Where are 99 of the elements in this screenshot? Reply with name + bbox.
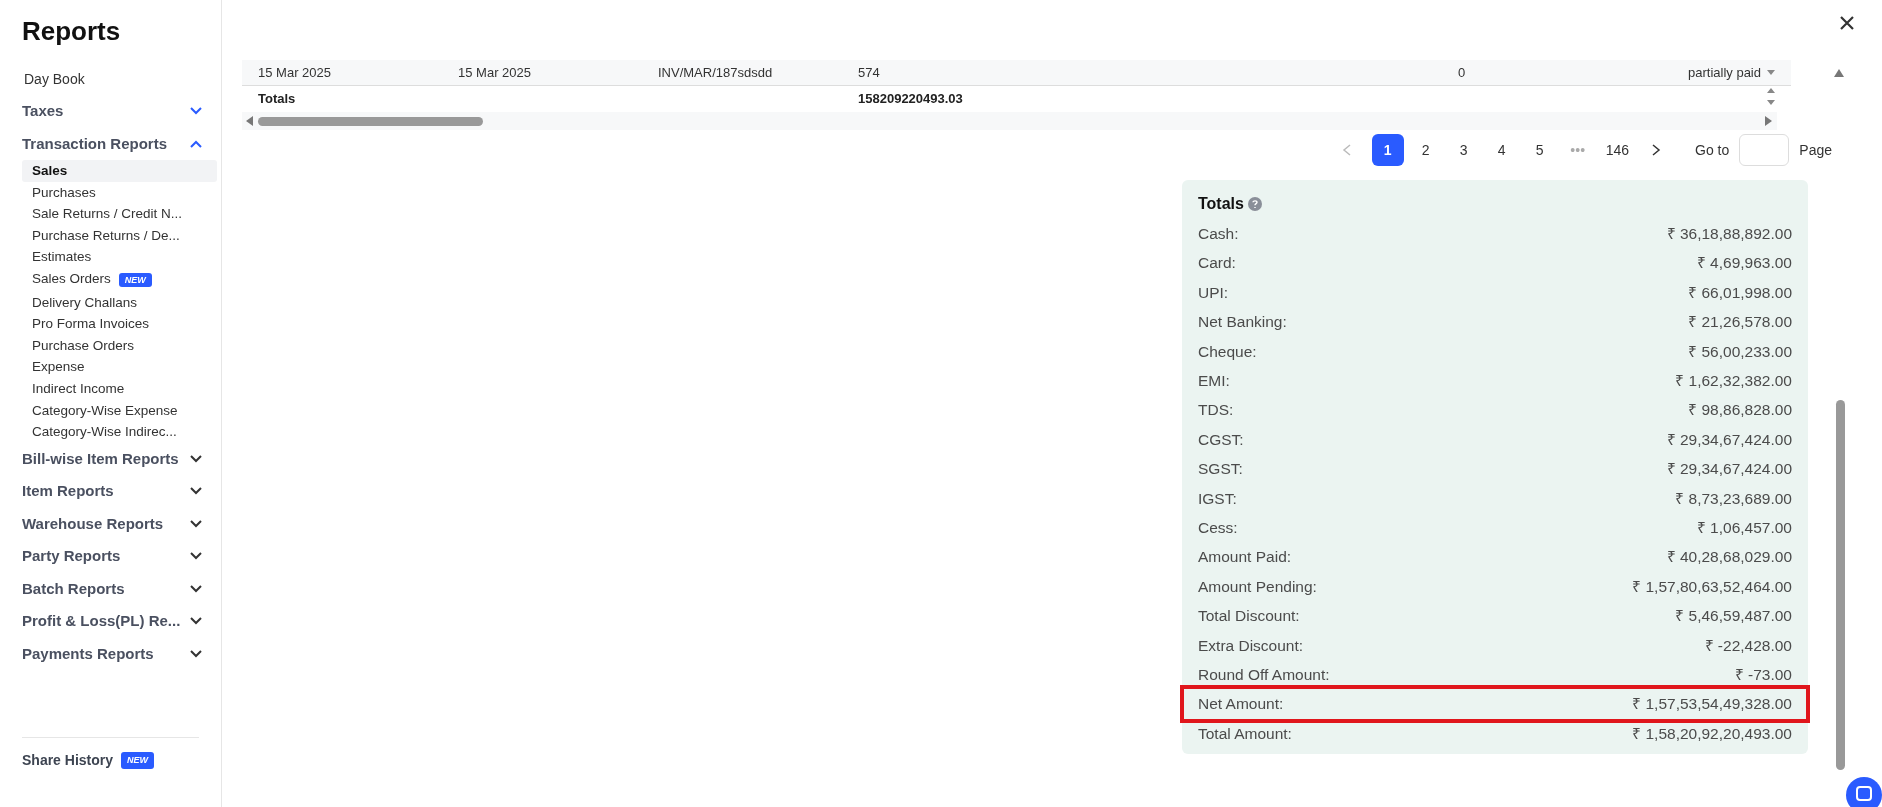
total-value: ₹ 98,86,828.00 xyxy=(1688,400,1792,421)
chat-bubble-icon xyxy=(1846,777,1882,807)
total-value: ₹ 1,06,457.00 xyxy=(1696,517,1792,538)
new-badge: NEW xyxy=(118,272,152,287)
sidebar-item[interactable]: Purchases xyxy=(22,181,217,204)
total-value: ₹ 21,26,578.00 xyxy=(1688,312,1792,333)
chevron-down-icon xyxy=(190,584,202,593)
page-button[interactable]: 146 xyxy=(1599,134,1636,166)
total-value: ₹ 1,57,53,54,49,328.00 xyxy=(1632,694,1792,715)
total-label: IGST: xyxy=(1198,488,1237,509)
total-label: TDS: xyxy=(1198,400,1234,421)
table-cell-text: 0 xyxy=(1458,63,1467,82)
chevron-down-icon xyxy=(190,519,202,528)
sidebar-item[interactable]: Category-Wise Expense xyxy=(22,399,217,422)
scroll-up-icon xyxy=(1834,68,1844,77)
total-label: Total Amount: xyxy=(1198,723,1292,744)
page-number-field[interactable] xyxy=(1739,134,1790,166)
chevron-up-icon xyxy=(190,139,202,148)
total-label: Card: xyxy=(1198,253,1236,274)
horizontal-scrollbar[interactable] xyxy=(242,112,1777,130)
total-label: Cheque: xyxy=(1198,341,1257,362)
page-button[interactable]: 3 xyxy=(1447,134,1480,166)
scroll-right-icon xyxy=(1765,116,1773,126)
sidebar-group[interactable]: Bill-wise Item Reports xyxy=(22,442,222,476)
total-value: ₹ 1,58,20,92,20,493.00 xyxy=(1632,723,1792,744)
total-value: ₹ -73.00 xyxy=(1734,664,1792,685)
total-value: ₹ 1,62,32,382.00 xyxy=(1675,371,1792,391)
page-button[interactable]: 4 xyxy=(1485,134,1518,166)
help-icon xyxy=(1247,197,1262,211)
sidebar-item[interactable]: Sale Returns / Credit N... xyxy=(22,203,217,225)
sidebar-item[interactable]: Estimates xyxy=(22,246,217,268)
chevron-down-icon xyxy=(190,107,202,116)
table-cell-text: partially paid xyxy=(1687,63,1761,82)
total-label: Total Discount: xyxy=(1198,606,1300,627)
page-button[interactable]: 2 xyxy=(1409,134,1442,166)
table-cell-text: 15 Mar 2025 xyxy=(258,63,332,82)
table-cell-text: 15 Mar 2025 xyxy=(458,63,532,82)
total-label: Net Amount: xyxy=(1198,694,1284,715)
total-value: ₹ 8,73,23,689.00 xyxy=(1675,488,1792,509)
totals-cell-text: Totals xyxy=(258,90,297,109)
total-value: ₹ 4,69,963.00 xyxy=(1696,253,1792,274)
previous-page-icon xyxy=(1341,144,1352,156)
total-label: UPI: xyxy=(1198,282,1229,303)
total-label: Extra Discount: xyxy=(1198,635,1304,656)
totals-cell-text: 158209220493.03 xyxy=(858,90,964,109)
sidebar-link[interactable]: Day Book xyxy=(22,64,221,95)
sidebar-item[interactable]: Sales Orders NEW xyxy=(22,267,217,292)
total-label: CGST: xyxy=(1198,429,1244,450)
total-value: ₹ 66,01,998.00 xyxy=(1688,282,1792,303)
chevron-down-icon xyxy=(190,649,202,658)
totals-title: Totals xyxy=(1198,194,1244,214)
total-value: ₹ 5,46,59,487.00 xyxy=(1675,606,1792,627)
page-label: Page xyxy=(1799,140,1832,160)
total-label: EMI: xyxy=(1198,371,1230,391)
sidebar-group[interactable]: Party Reports xyxy=(22,540,222,573)
total-value: ₹ 36,18,88,892.00 xyxy=(1666,224,1792,245)
sidebar-item[interactable]: Purchase Returns / De... xyxy=(22,224,217,247)
total-value: ₹ 29,34,67,424.00 xyxy=(1666,429,1792,450)
chevron-down-icon xyxy=(190,487,202,496)
goto-label: Go to xyxy=(1695,140,1730,160)
sidebar-item[interactable]: Pro Forma Invoices xyxy=(22,313,217,335)
chevron-down-icon xyxy=(190,552,202,561)
table-cell-text: 574 xyxy=(858,63,881,82)
sidebar-group[interactable]: Taxes xyxy=(22,95,222,128)
total-label: Cess: xyxy=(1198,517,1238,538)
sidebar-group[interactable]: Batch Reports xyxy=(22,572,222,606)
sidebar-item[interactable]: Indirect Income xyxy=(22,377,217,400)
page-button[interactable]: 5 xyxy=(1523,134,1556,166)
sidebar-group[interactable]: Payments Reports xyxy=(22,637,222,671)
total-value: ₹ 29,34,67,424.00 xyxy=(1666,459,1792,480)
total-value: ₹ 56,00,233.00 xyxy=(1688,341,1792,362)
total-label: Net Banking: xyxy=(1198,312,1287,333)
total-label: Amount Paid: xyxy=(1198,547,1292,568)
sidebar-item[interactable]: Sales xyxy=(22,160,217,182)
sidebar-group[interactable]: Transaction Reports xyxy=(22,127,222,160)
sidebar-group[interactable]: Warehouse Reports xyxy=(22,507,222,541)
sidebar-item[interactable]: Expense xyxy=(22,356,217,378)
next-page-icon xyxy=(1651,144,1662,156)
total-value: ₹ -22,428.00 xyxy=(1704,635,1792,656)
total-label: Cash: xyxy=(1198,224,1239,245)
sidebar-item[interactable]: Delivery Challans xyxy=(22,291,217,314)
sidebar-group[interactable]: Item Reports xyxy=(22,475,222,508)
total-value: ₹ 40,28,68,029.00 xyxy=(1666,547,1792,568)
new-badge: NEW xyxy=(121,751,155,770)
table-cell-text: INV/MAR/187sdsdd xyxy=(658,63,774,82)
page-title: Reports xyxy=(21,15,122,48)
total-label: Round Off Amount: xyxy=(1198,664,1330,685)
scroll-left-icon xyxy=(246,116,254,126)
sidebar-group[interactable]: Profit & Loss(PL) Re... xyxy=(22,605,222,638)
sidebar-item[interactable]: Category-Wise Indirec... xyxy=(22,421,217,443)
close-icon[interactable] xyxy=(1840,16,1854,30)
total-label: Amount Pending: xyxy=(1198,576,1317,597)
total-value: ₹ 1,57,80,63,52,464.00 xyxy=(1632,576,1792,597)
sidebar-item[interactable]: Purchase Orders xyxy=(22,334,217,357)
share-history-link[interactable]: Share History xyxy=(22,750,114,771)
total-label: SGST: xyxy=(1198,459,1243,480)
page-button[interactable]: 1 xyxy=(1371,134,1404,166)
chevron-down-icon xyxy=(190,617,202,626)
chevron-down-icon xyxy=(190,454,202,463)
